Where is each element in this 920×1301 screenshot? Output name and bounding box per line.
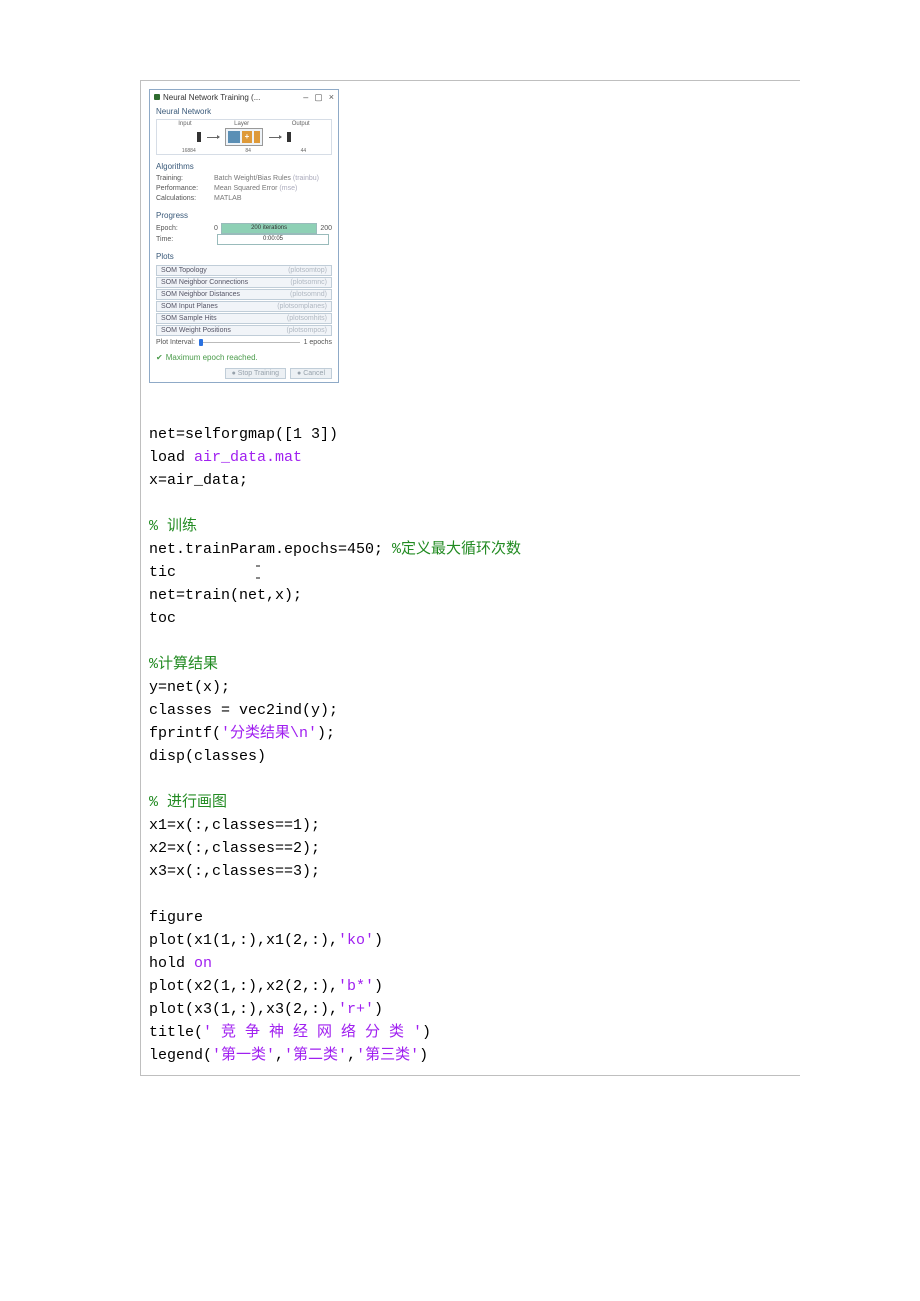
alg-perf-val: Mean Squared Error (214, 184, 277, 194)
alg-training-key: Training: (156, 174, 214, 184)
time-progress: 0:00:05 (217, 234, 329, 245)
diagram-output-label: Output (292, 121, 310, 127)
alg-calc-key: Calculations: (156, 194, 214, 204)
matlab-code: net=selforgmap([1 3]) load air_data.mat … (149, 423, 792, 1067)
section-neural-network: Neural Network (150, 104, 338, 117)
plot-interval-value: 1 epochs (304, 339, 332, 346)
epoch-end: 200 (320, 224, 332, 234)
alg-perf-hint: (mse) (279, 184, 297, 194)
window-title: Neural Network Training (... (163, 93, 260, 102)
maximize-icon[interactable]: ▢ (314, 92, 323, 103)
diagram-input-dim: 16884 (182, 148, 196, 154)
content-border: Neural Network Training (... – ▢ × Neura… (140, 80, 800, 1076)
alg-perf-key: Performance: (156, 184, 214, 194)
diagram-input-label: Input (178, 121, 191, 127)
cancel-button[interactable]: ● Cancel (290, 368, 332, 379)
stop-training-button[interactable]: ● Stop Training (225, 368, 286, 379)
time-key: Time: (156, 235, 214, 245)
close-icon[interactable]: × (329, 92, 334, 102)
minimize-icon[interactable]: – (303, 92, 308, 102)
section-progress: Progress (150, 208, 338, 221)
epoch-start: 0 (214, 224, 218, 234)
nn-training-window: Neural Network Training (... – ▢ × Neura… (149, 89, 339, 383)
alg-training-hint: (trainbu) (293, 174, 319, 184)
section-plots: Plots (150, 249, 338, 262)
epoch-key: Epoch: (156, 224, 214, 234)
check-icon: ✔ (156, 353, 163, 362)
plot-som-sample-hits-button[interactable]: SOM Sample Hits(plotsomhits) (156, 313, 332, 324)
training-status: ✔ Maximum epoch reached. (150, 350, 338, 365)
plot-som-input-planes-button[interactable]: SOM Input Planes(plotsomplanes) (156, 301, 332, 312)
matlab-icon (154, 94, 160, 100)
window-titlebar: Neural Network Training (... – ▢ × (150, 90, 338, 104)
text-cursor-icon (256, 565, 260, 579)
diagram-layer-label: Layer (234, 121, 249, 127)
plot-som-weight-positions-button[interactable]: SOM Weight Positions(plotsompos) (156, 325, 332, 336)
plot-som-topology-button[interactable]: SOM Topology(plotsomtop) (156, 265, 332, 276)
alg-calc-val: MATLAB (214, 194, 242, 204)
diagram-hidden: 84 (245, 148, 251, 154)
plot-interval-slider[interactable] (199, 342, 300, 343)
plot-interval-label: Plot Interval: (156, 339, 195, 346)
diagram-output-dim: 44 (301, 148, 307, 154)
epoch-progress: 200 iterations (221, 223, 317, 234)
document-page: Neural Network Training (... – ▢ × Neura… (0, 0, 920, 1301)
plot-som-neighbor-distances-button[interactable]: SOM Neighbor Distances(plotsomnd) (156, 289, 332, 300)
alg-training-val: Batch Weight/Bias Rules (214, 174, 291, 184)
network-diagram: Input Layer Output + 16884 (156, 119, 332, 155)
section-algorithms: Algorithms (150, 159, 338, 172)
plot-som-neighbor-connections-button[interactable]: SOM Neighbor Connections(plotsomnc) (156, 277, 332, 288)
